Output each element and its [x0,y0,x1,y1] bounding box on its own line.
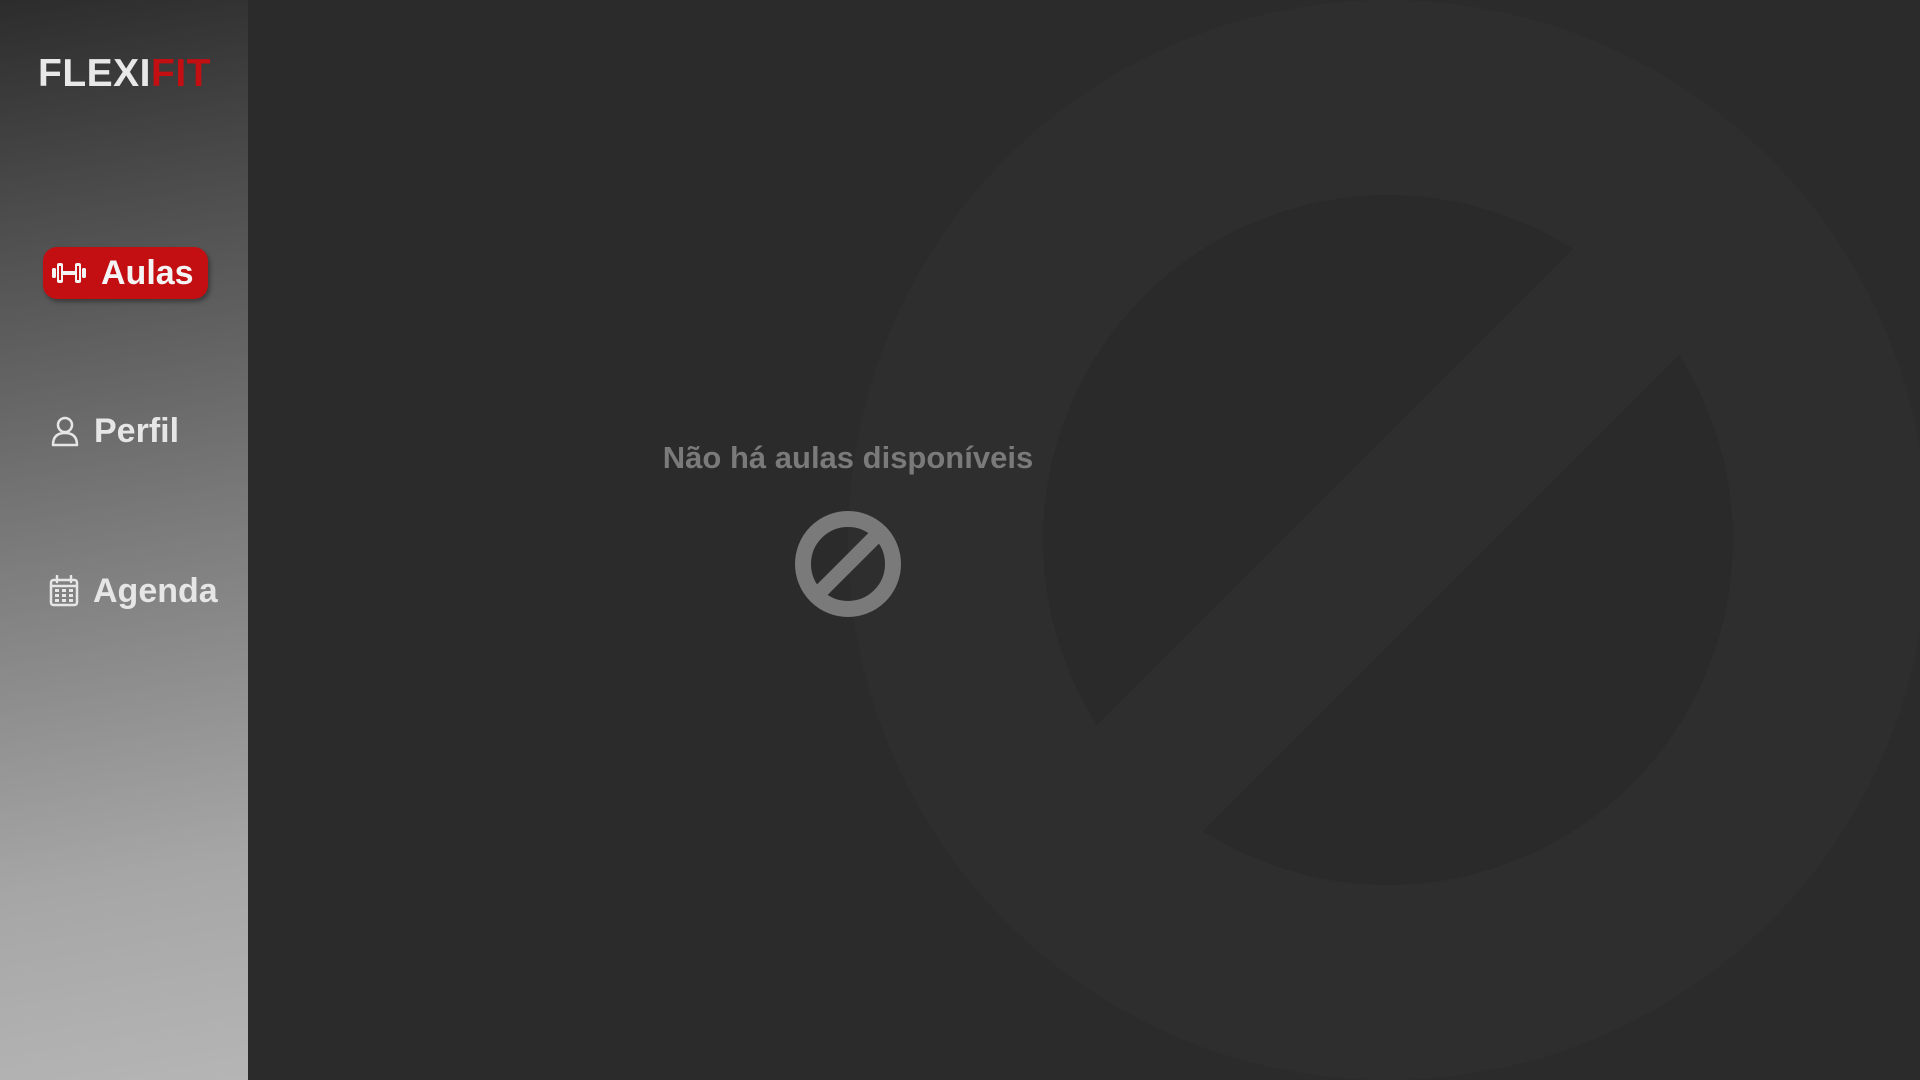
sidebar-item-aulas[interactable]: Aulas [43,247,208,299]
sidebar-item-agenda[interactable]: Agenda [49,565,218,617]
sidebar: FLEXIFIT Aulas Perfil Agenda [0,0,248,1080]
no-entry-icon [795,511,901,617]
empty-state: Não há aulas disponíveis [348,440,1348,618]
main-content: Não há aulas disponíveis [248,0,1920,1080]
logo-text-primary: FLEXI [38,52,152,95]
calendar-icon [49,575,79,607]
sidebar-item-label: Aulas [101,253,194,292]
sidebar-item-perfil[interactable]: Perfil [50,405,179,457]
user-icon [50,415,80,447]
dumbbell-icon [51,259,87,287]
logo-text-accent: FIT [151,52,211,95]
empty-state-message: Não há aulas disponíveis [662,440,1034,475]
app-logo[interactable]: FLEXIFIT [38,52,211,96]
sidebar-item-label: Perfil [94,411,180,450]
sidebar-item-label: Agenda [93,571,218,610]
app-root: FLEXIFIT Aulas Perfil Agenda Não há aula… [0,0,1920,1080]
